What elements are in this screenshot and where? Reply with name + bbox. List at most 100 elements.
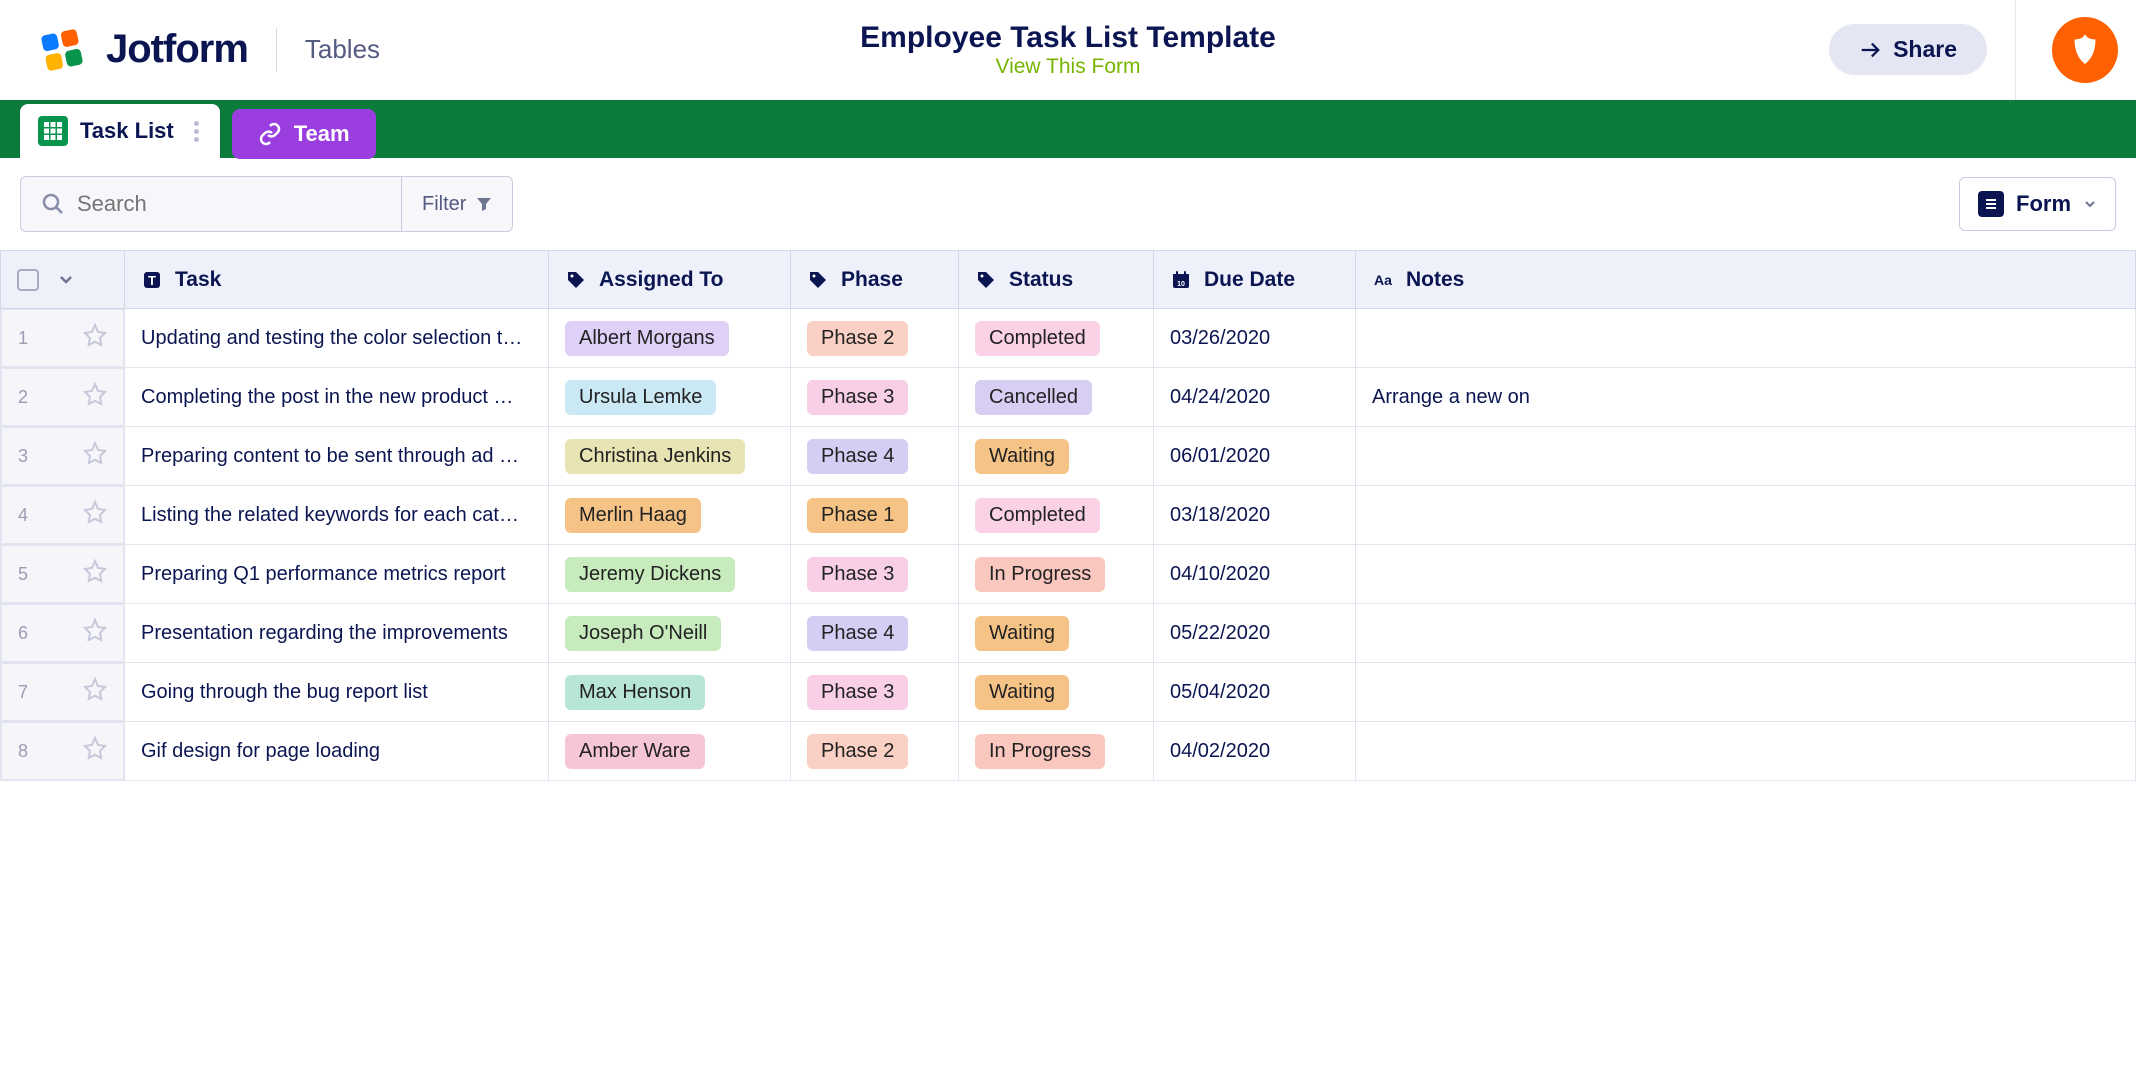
avatar[interactable] (2052, 17, 2118, 83)
search-box[interactable] (21, 177, 401, 231)
table-row[interactable]: 5Preparing Q1 performance metrics report… (1, 545, 2136, 604)
star-icon[interactable] (83, 382, 107, 412)
col-due[interactable]: 10Due Date (1154, 251, 1356, 309)
cell-status[interactable]: In Progress (959, 722, 1154, 781)
table-row[interactable]: 2Completing the post in the new product … (1, 368, 2136, 427)
cell-phase[interactable]: Phase 2 (791, 309, 959, 368)
row-select-cell[interactable]: 7 (1, 663, 125, 722)
cell-status[interactable]: In Progress (959, 545, 1154, 604)
cell-task[interactable]: Preparing content to be sent through ad … (125, 427, 549, 486)
cell-due[interactable]: 06/01/2020 (1154, 427, 1356, 486)
row-number: 3 (18, 446, 28, 467)
cell-phase[interactable]: Phase 4 (791, 427, 959, 486)
cell-assigned[interactable]: Merlin Haag (549, 486, 791, 545)
assigned-pill: Ursula Lemke (565, 380, 716, 415)
phase-pill: Phase 4 (807, 616, 908, 651)
row-select-cell[interactable]: 2 (1, 368, 125, 427)
cell-assigned[interactable]: Jeremy Dickens (549, 545, 791, 604)
cell-due[interactable]: 05/04/2020 (1154, 663, 1356, 722)
cell-notes[interactable] (1356, 722, 2136, 781)
cell-assigned[interactable]: Christina Jenkins (549, 427, 791, 486)
cell-status[interactable]: Cancelled (959, 368, 1154, 427)
cell-due[interactable]: 04/10/2020 (1154, 545, 1356, 604)
row-select-cell[interactable]: 4 (1, 486, 125, 545)
cell-phase[interactable]: Phase 4 (791, 604, 959, 663)
row-select-cell[interactable]: 6 (1, 604, 125, 663)
cell-task[interactable]: Completing the post in the new product … (125, 368, 549, 427)
cell-due[interactable]: 03/26/2020 (1154, 309, 1356, 368)
col-notes[interactable]: AaNotes (1356, 251, 2136, 309)
select-all-checkbox[interactable] (17, 269, 39, 291)
row-select-cell[interactable]: 5 (1, 545, 125, 604)
star-icon[interactable] (83, 323, 107, 353)
tab-task-list[interactable]: Task List (20, 104, 220, 158)
chevron-down-icon[interactable] (57, 271, 75, 289)
cell-notes[interactable] (1356, 427, 2136, 486)
cell-task[interactable]: Preparing Q1 performance metrics report (125, 545, 549, 604)
cell-notes[interactable] (1356, 309, 2136, 368)
cell-phase[interactable]: Phase 3 (791, 545, 959, 604)
cell-due[interactable]: 05/22/2020 (1154, 604, 1356, 663)
cell-task[interactable]: Presentation regarding the improvements (125, 604, 549, 663)
cell-due[interactable]: 03/18/2020 (1154, 486, 1356, 545)
tab-team-label: Team (294, 121, 350, 147)
table-row[interactable]: 3 Preparing content to be sent through ad… (1, 427, 2136, 486)
cell-notes[interactable]: Arrange a new on (1356, 368, 2136, 427)
cell-notes[interactable] (1356, 486, 2136, 545)
star-icon[interactable] (83, 500, 107, 530)
cell-assigned[interactable]: Joseph O'Neill (549, 604, 791, 663)
cell-task[interactable]: Listing the related keywords for each ca… (125, 486, 549, 545)
col-assigned[interactable]: Assigned To (549, 251, 791, 309)
star-icon[interactable] (83, 618, 107, 648)
row-select-cell[interactable]: 1 (1, 309, 125, 368)
cell-due[interactable]: 04/02/2020 (1154, 722, 1356, 781)
col-task[interactable]: TTask (125, 251, 549, 309)
cell-assigned[interactable]: Ursula Lemke (549, 368, 791, 427)
table-row[interactable]: 8Gif design for page loadingAmber WarePh… (1, 722, 2136, 781)
table-row[interactable]: 4Listing the related keywords for each c… (1, 486, 2136, 545)
cell-status[interactable]: Waiting (959, 427, 1154, 486)
cell-task[interactable]: Updating and testing the color selection… (125, 309, 549, 368)
cell-status[interactable]: Waiting (959, 663, 1154, 722)
cell-phase[interactable]: Phase 3 (791, 368, 959, 427)
logo-icon (40, 28, 84, 72)
star-icon[interactable] (83, 677, 107, 707)
cell-phase[interactable]: Phase 2 (791, 722, 959, 781)
row-number: 1 (18, 328, 28, 349)
cell-notes[interactable] (1356, 545, 2136, 604)
cell-phase[interactable]: Phase 1 (791, 486, 959, 545)
cell-status[interactable]: Completed (959, 486, 1154, 545)
table-row[interactable]: 6Presentation regarding the improvements… (1, 604, 2136, 663)
cell-task[interactable]: Going through the bug report list (125, 663, 549, 722)
form-view-button[interactable]: Form (1959, 177, 2116, 231)
cell-status[interactable]: Completed (959, 309, 1154, 368)
row-select-cell[interactable]: 8 (1, 722, 125, 781)
star-icon[interactable] (83, 559, 107, 589)
row-select-cell[interactable]: 3 (1, 427, 125, 486)
logo-area: Jotform Tables (40, 27, 380, 72)
cell-status[interactable]: Waiting (959, 604, 1154, 663)
cell-assigned[interactable]: Amber Ware (549, 722, 791, 781)
filter-button[interactable]: Filter (401, 177, 512, 231)
view-form-link[interactable]: View This Form (995, 55, 1140, 78)
tab-team[interactable]: Team (232, 109, 376, 159)
table-row[interactable]: 1 Updating and testing the color selectio… (1, 309, 2136, 368)
star-icon[interactable] (83, 441, 107, 471)
share-button[interactable]: Share (1829, 24, 1987, 75)
table-row[interactable]: 7Going through the bug report listMax He… (1, 663, 2136, 722)
phase-pill: Phase 1 (807, 498, 908, 533)
cell-phase[interactable]: Phase 3 (791, 663, 959, 722)
cell-due[interactable]: 04/24/2020 (1154, 368, 1356, 427)
assigned-pill: Joseph O'Neill (565, 616, 721, 651)
cell-assigned[interactable]: Albert Morgans (549, 309, 791, 368)
cell-notes[interactable] (1356, 604, 2136, 663)
cell-assigned[interactable]: Max Henson (549, 663, 791, 722)
cell-notes[interactable] (1356, 663, 2136, 722)
select-all-header[interactable] (1, 251, 125, 309)
col-phase[interactable]: Phase (791, 251, 959, 309)
search-input[interactable] (77, 191, 381, 217)
star-icon[interactable] (83, 736, 107, 766)
col-status[interactable]: Status (959, 251, 1154, 309)
cell-task[interactable]: Gif design for page loading (125, 722, 549, 781)
tab-more-icon[interactable] (194, 121, 202, 142)
